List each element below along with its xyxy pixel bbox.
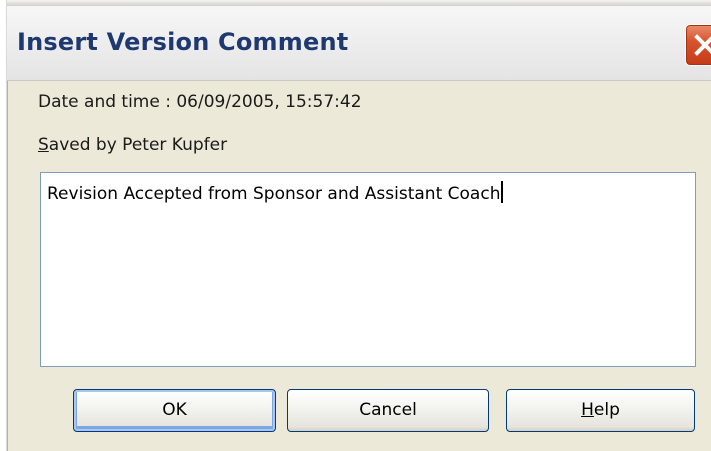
ok-button[interactable]: OK (73, 389, 276, 432)
title-bar[interactable]: Insert Version Comment (7, 6, 711, 81)
text-caret (501, 181, 504, 203)
saved-by-text: aved by Peter Kupfer (48, 135, 228, 155)
saved-by-label: Saved by Peter Kupfer (38, 135, 227, 155)
help-label: elp (593, 400, 620, 420)
cancel-button[interactable]: Cancel (287, 389, 489, 432)
date-time-label: Date and time : 06/09/2005, 15:57:42 (38, 92, 362, 112)
close-button[interactable] (685, 24, 711, 66)
saved-by-mnemonic: S (38, 135, 49, 155)
close-icon (694, 34, 711, 56)
dialog-title: Insert Version Comment (17, 28, 349, 56)
help-button[interactable]: Help (506, 389, 695, 432)
comment-textarea[interactable]: Revision Accepted from Sponsor and Assis… (40, 172, 696, 367)
help-mnemonic: H (581, 400, 594, 420)
insert-version-comment-dialog: Insert Version Comment Date and time : 0… (0, 0, 711, 451)
comment-text: Revision Accepted from Sponsor and Assis… (47, 184, 501, 204)
